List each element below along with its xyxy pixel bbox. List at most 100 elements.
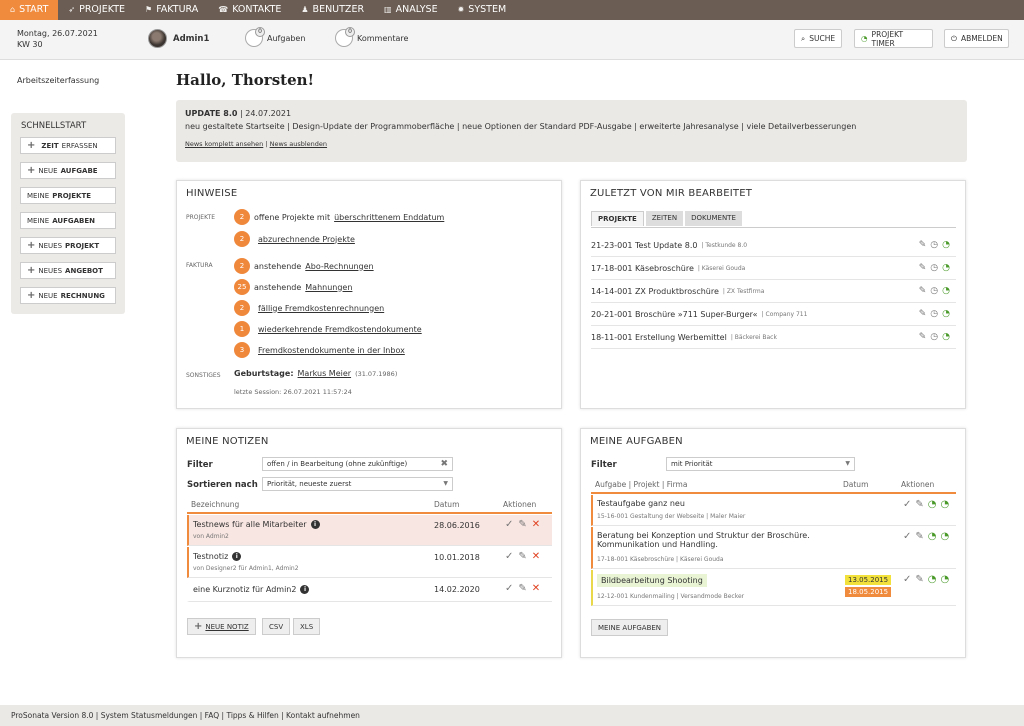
hint-link[interactable]: Mahnungen [305, 283, 352, 292]
hint-link[interactable]: fällige Fremdkostenrechnungen [258, 304, 384, 313]
delete-icon[interactable]: ✕ [532, 583, 540, 594]
quickstart-button[interactable]: + NEUE RECHNUNG [20, 287, 116, 304]
nav-system[interactable]: ✹ SYSTEM [448, 0, 517, 20]
hint-link[interactable]: Abo-Rechnungen [305, 262, 373, 271]
quickstart-button[interactable]: + NEUES ANGEBOT [20, 262, 116, 279]
clock-icon[interactable]: ◷ [930, 240, 938, 250]
info-icon[interactable]: i [300, 585, 310, 594]
hint-link[interactable]: Fremdkostendokumente in der Inbox [258, 346, 405, 355]
notes-filter-select[interactable]: offen / in Bearbeitung (ohne zukünftige)… [262, 457, 453, 471]
tasks-filter-select[interactable]: mit Priorität ▼ [666, 457, 855, 471]
logout-button[interactable]: ⏻ ABMELDEN [944, 29, 1009, 48]
note-title: eine Kurznotiz für Admin2 i [193, 585, 310, 594]
recent-item[interactable]: 20-21-001 Broschüre »711 Super-Burger« | … [591, 303, 956, 326]
timer-icon[interactable]: ◔ [942, 309, 950, 319]
clock-icon[interactable]: ◷ [930, 263, 938, 273]
recent-item[interactable]: 14-14-001 ZX Produktbroschüre | ZX Testfi… [591, 280, 956, 303]
edit-icon[interactable]: ✎ [919, 240, 927, 250]
hint-link[interactable]: wiederkehrende Fremdkostendokumente [258, 325, 422, 334]
tab-dokumente[interactable]: DOKUMENTE [685, 211, 742, 226]
check-icon[interactable]: ✓ [505, 551, 513, 562]
recent-item[interactable]: 18-11-001 Erstellung Werbemittel | Bäcker… [591, 326, 956, 349]
timer-icon[interactable]: ◔ [928, 531, 937, 542]
timer-icon[interactable]: ◔ [942, 332, 950, 342]
table-row[interactable]: Testaufgabe ganz neu 15-16-001 Gestaltung… [591, 495, 956, 526]
hint-row: 2 offene Projekte mit überschrittenem End… [234, 209, 444, 225]
edit-icon[interactable]: ✎ [919, 332, 927, 342]
check-icon[interactable]: ✓ [505, 583, 513, 594]
hinweise-panel: HINWEISE PROJEKTE FAKTURA SONSTIGES 2 off… [176, 180, 562, 409]
tab-projekte[interactable]: PROJEKTE [591, 211, 644, 226]
hint-row: 2 fällige Fremdkostenrechnungen [234, 300, 384, 316]
hint-link[interactable]: abzurechnende Projekte [258, 235, 355, 244]
table-row[interactable]: Testnotiz i von Designer2 für Admin1, Admi… [187, 547, 552, 578]
timer-icon[interactable]: ◔ [942, 263, 950, 273]
table-row[interactable]: eine Kurznotiz für Admin2 i 14.02.2020 ✓ ✎ ✕ [187, 579, 552, 602]
info-icon[interactable]: i [310, 520, 320, 529]
count-badge: 2 [234, 209, 250, 225]
edit-icon[interactable]: ✎ [915, 531, 923, 542]
quickstart-button[interactable]: MEINE PROJEKTE [20, 187, 116, 204]
new-note-button[interactable]: + NEUE NOTIZ [187, 618, 256, 635]
clock-icon[interactable]: ◷ [930, 332, 938, 342]
my-tasks-button[interactable]: MEINE AUFGABEN [591, 619, 669, 636]
edit-icon[interactable]: ✎ [518, 519, 526, 530]
table-row[interactable]: Testnews für alle Mitarbeiter i von Admin2… [187, 515, 552, 546]
edit-icon[interactable]: ✎ [915, 574, 923, 585]
search-button[interactable]: ⌕ SUCHE [794, 29, 842, 48]
nav-kontakte[interactable]: ☎ KONTAKTE [208, 0, 291, 20]
check-icon[interactable]: ✓ [505, 519, 513, 530]
task-title: Bildbearbeitung Shooting [597, 574, 707, 587]
quickstart-button[interactable]: + NEUES PROJEKT [20, 237, 116, 254]
quickstart-button[interactable]: + ZEIT ERFASSEN [20, 137, 116, 154]
clock-icon[interactable]: ◷ [930, 309, 938, 319]
news-all-link[interactable]: News komplett ansehen [185, 140, 263, 148]
nav-start[interactable]: ⌂ START [0, 0, 59, 20]
nav-analyse[interactable]: ▥ ANALYSE [374, 0, 448, 20]
edit-icon[interactable]: ✎ [919, 263, 927, 273]
timer-icon[interactable]: ◔ [942, 286, 950, 296]
table-row[interactable]: Bildbearbeitung Shooting 12-12-001 Kunden… [591, 570, 956, 606]
user-menu[interactable]: Admin1 [148, 29, 209, 48]
recent-item[interactable]: 21-23-001 Test Update 8.0 | Testkunde 8.0… [591, 234, 956, 257]
tasks-counter[interactable]: 0 Aufgaben [245, 27, 305, 47]
notes-sort-select[interactable]: Priorität, neueste zuerst ▼ [262, 477, 453, 491]
edit-icon[interactable]: ✎ [919, 309, 927, 319]
nav-benutzer[interactable]: ♟ BENUTZER [291, 0, 374, 20]
nav-projekte[interactable]: ➶ PROJEKTE [58, 0, 135, 20]
comments-icon: 0 [335, 27, 355, 47]
comments-counter[interactable]: 0 Kommentare [335, 27, 408, 47]
table-row[interactable]: Beratung bei Konzeption und Struktur der… [591, 527, 956, 569]
project-timer-button[interactable]: ◔ PROJEKT TIMER [854, 29, 933, 48]
tab-zeiten[interactable]: ZEITEN [645, 211, 684, 226]
delete-icon[interactable]: ✕ [532, 519, 540, 530]
delete-icon[interactable]: ✕ [532, 551, 540, 562]
timer-icon[interactable]: ◔ [928, 499, 937, 510]
check-icon[interactable]: ✓ [903, 531, 911, 542]
timer-add-icon[interactable]: ◔ [941, 531, 950, 542]
edit-icon[interactable]: ✎ [915, 499, 923, 510]
news-hide-link[interactable]: News ausblenden [270, 140, 327, 148]
button-label-prefix: NEUE [38, 166, 58, 175]
info-icon[interactable]: i [232, 552, 242, 561]
quickstart-button[interactable]: + NEUE AUFGABE [20, 162, 116, 179]
timer-icon[interactable]: ◔ [928, 574, 937, 585]
hint-link[interactable]: überschrittenem Enddatum [334, 213, 444, 222]
birthday-name[interactable]: Markus Meier [298, 369, 352, 378]
nav-faktura[interactable]: ⚑ FAKTURA [135, 0, 208, 20]
timer-add-icon[interactable]: ◔ [941, 574, 950, 585]
timer-icon[interactable]: ◔ [942, 240, 950, 250]
recent-item[interactable]: 17-18-001 Käsebroschüre | Käserei Gouda ✎ ◷… [591, 257, 956, 280]
clock-icon[interactable]: ◷ [930, 286, 938, 296]
xls-button[interactable]: XLS [293, 618, 321, 635]
sidebar-link-arbeitszeit[interactable]: Arbeitszeiterfassung [17, 76, 99, 85]
check-icon[interactable]: ✓ [903, 574, 911, 585]
edit-icon[interactable]: ✎ [518, 583, 526, 594]
edit-icon[interactable]: ✎ [919, 286, 927, 296]
timer-add-icon[interactable]: ◔ [941, 499, 950, 510]
clear-icon[interactable]: ✖ [440, 458, 448, 470]
edit-icon[interactable]: ✎ [518, 551, 526, 562]
quickstart-button[interactable]: MEINE AUFGABEN [20, 212, 116, 229]
csv-button[interactable]: CSV [262, 618, 291, 635]
check-icon[interactable]: ✓ [903, 499, 911, 510]
